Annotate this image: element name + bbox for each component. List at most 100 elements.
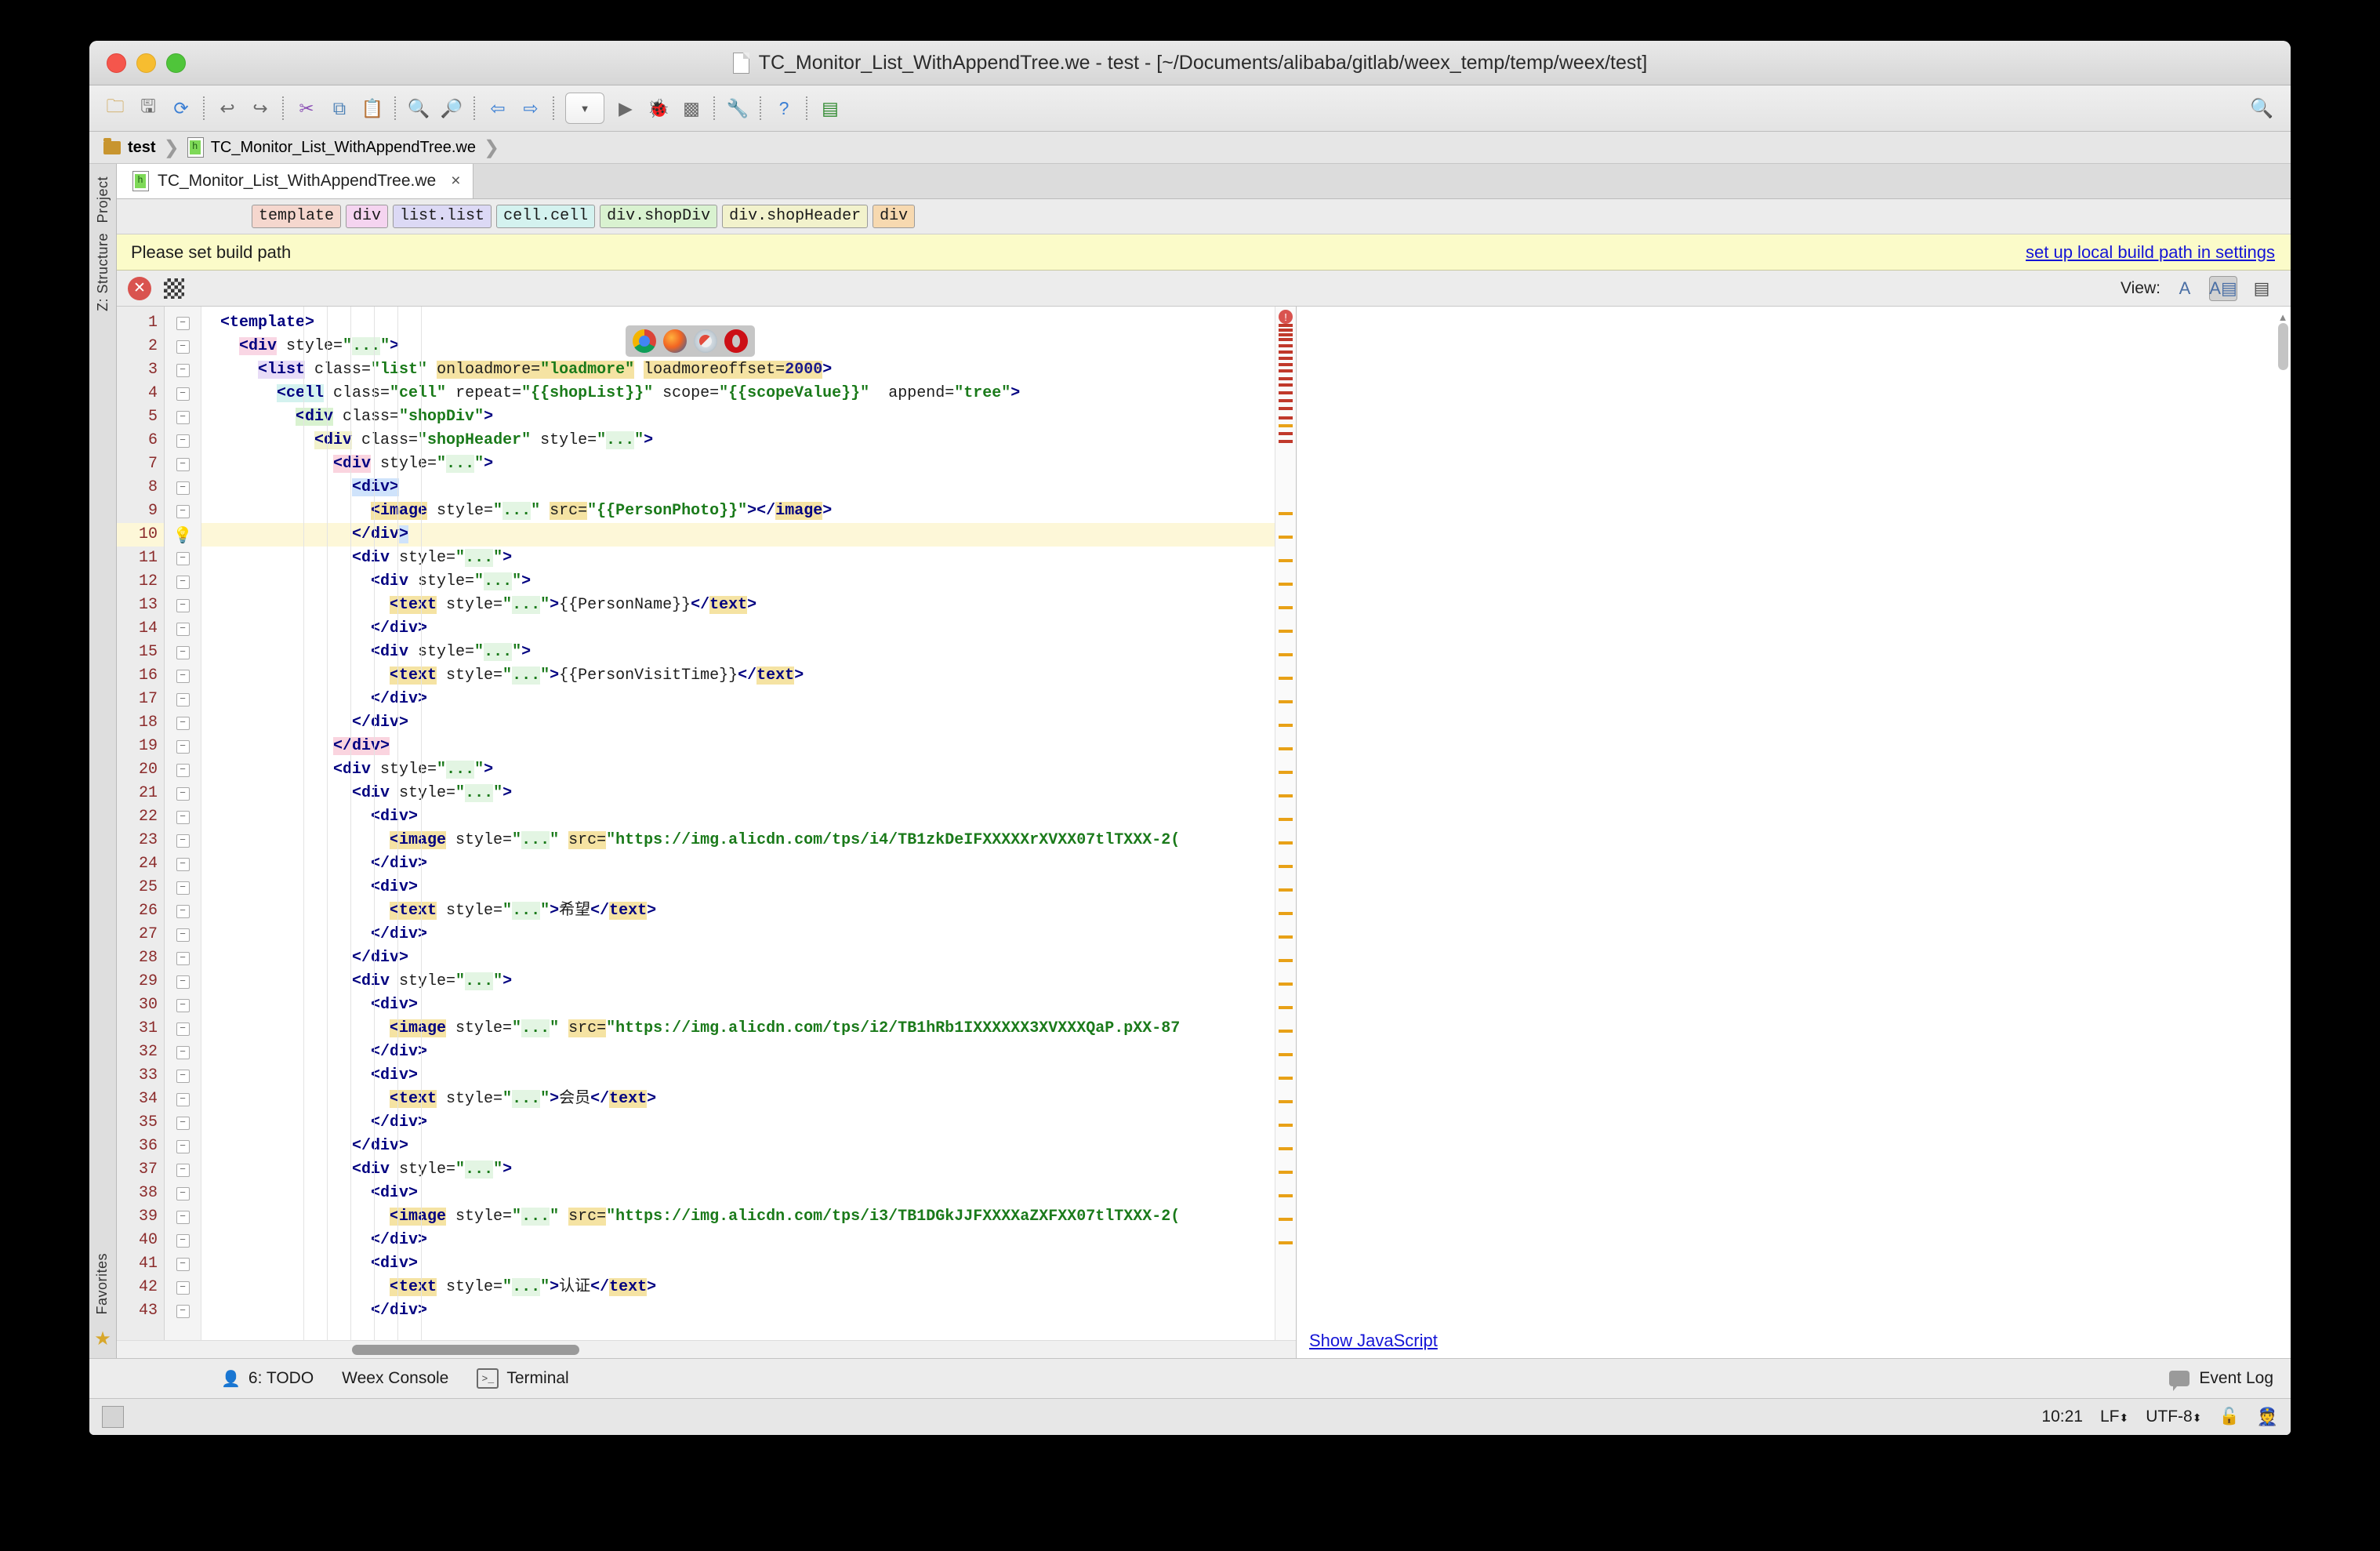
code-line[interactable]: <div>: [201, 993, 1296, 1017]
lock-icon[interactable]: 🔓: [2219, 1408, 2239, 1426]
analysis-marker[interactable]: [1279, 818, 1293, 821]
line-separator-selector[interactable]: LF⬍: [2100, 1408, 2128, 1426]
window-controls[interactable]: [107, 53, 186, 73]
code-line[interactable]: <div>: [201, 805, 1296, 829]
fold-toggle-icon[interactable]: −: [165, 617, 201, 641]
breadcrumb-item-project[interactable]: test: [103, 137, 161, 157]
fold-toggle-icon[interactable]: −: [165, 664, 201, 688]
code-line[interactable]: <div style="...">: [201, 758, 1296, 782]
browser-preview-buttons[interactable]: [626, 325, 755, 357]
tool-window-weex-console[interactable]: Weex Console: [342, 1369, 448, 1388]
analysis-marker[interactable]: [1279, 724, 1293, 727]
code-line[interactable]: <div style="...">: [201, 970, 1296, 993]
toggle-tool-windows-icon[interactable]: [102, 1406, 124, 1428]
analysis-marker[interactable]: [1279, 357, 1293, 360]
analysis-marker[interactable]: [1279, 1030, 1293, 1033]
analysis-marker[interactable]: [1279, 1241, 1293, 1244]
copy-icon[interactable]: ⧉: [323, 92, 356, 125]
coverage-icon[interactable]: ▩: [675, 92, 708, 125]
analysis-marker[interactable]: [1279, 351, 1293, 354]
inspector-hat-icon[interactable]: 👮: [2257, 1407, 2278, 1427]
code-line[interactable]: <text style="...">会员</text>: [201, 1088, 1296, 1111]
chip-shopheader[interactable]: div.shopHeader: [722, 205, 869, 228]
help-icon[interactable]: ?: [767, 92, 800, 125]
analysis-marker[interactable]: [1279, 338, 1293, 341]
analysis-marker[interactable]: [1279, 333, 1293, 336]
fold-toggle-icon[interactable]: −: [165, 429, 201, 452]
analysis-marker[interactable]: [1279, 653, 1293, 656]
fold-toggle-icon[interactable]: −: [165, 899, 201, 923]
code-line[interactable]: <text style="...">{{PersonName}}</text>: [201, 594, 1296, 617]
tool-window-terminal[interactable]: >_ Terminal: [477, 1368, 569, 1389]
analysis-marker[interactable]: [1279, 391, 1293, 394]
analysis-marker[interactable]: [1279, 407, 1293, 410]
replace-icon[interactable]: 🔎: [435, 92, 468, 125]
analysis-marker[interactable]: [1279, 1218, 1293, 1221]
view-text-only-button[interactable]: A: [2171, 277, 2198, 300]
debug-icon[interactable]: 🐞: [642, 92, 675, 125]
analysis-marker[interactable]: [1279, 1100, 1293, 1103]
fold-toggle-icon[interactable]: −: [165, 547, 201, 570]
code-line[interactable]: <div style="...">: [201, 782, 1296, 805]
code-line[interactable]: <text style="...">希望</text>: [201, 899, 1296, 923]
code-line[interactable]: <image style="..." src="https://img.alic…: [201, 829, 1296, 852]
fold-toggle-icon[interactable]: −: [165, 1017, 201, 1041]
fold-toggle-icon[interactable]: −: [165, 876, 201, 899]
paste-icon[interactable]: 📋: [356, 92, 389, 125]
code-line[interactable]: <div style="...">: [201, 547, 1296, 570]
fold-toggle-icon[interactable]: −: [165, 1158, 201, 1182]
code-line[interactable]: </div>: [201, 946, 1296, 970]
analysis-marker[interactable]: [1279, 865, 1293, 868]
analysis-marker[interactable]: [1279, 771, 1293, 774]
code-line[interactable]: </div>: [201, 617, 1296, 641]
code-folding-gutter[interactable]: − − − − − − − − − 💡 − − − − − − − − − − − − − − − − − − − − − − − − − − − − − −…: [165, 307, 201, 1340]
fold-toggle-icon[interactable]: −: [165, 1041, 201, 1064]
fold-toggle-icon[interactable]: −: [165, 782, 201, 805]
analysis-marker[interactable]: [1279, 324, 1293, 327]
analysis-marker[interactable]: [1279, 606, 1293, 609]
code-line[interactable]: <div>: [201, 1182, 1296, 1205]
fold-toggle-icon[interactable]: −: [165, 1182, 201, 1205]
fold-toggle-icon[interactable]: −: [165, 852, 201, 876]
fold-toggle-icon[interactable]: −: [165, 311, 201, 335]
analysis-marker[interactable]: [1279, 912, 1293, 915]
chip-cell[interactable]: cell.cell: [496, 205, 596, 228]
analysis-marker[interactable]: [1279, 888, 1293, 892]
analysis-marker[interactable]: [1279, 399, 1293, 402]
fold-toggle-icon[interactable]: −: [165, 1088, 201, 1111]
code-line[interactable]: </div>: [201, 1135, 1296, 1158]
analysis-marker[interactable]: [1279, 1194, 1293, 1197]
fold-toggle-icon[interactable]: −: [165, 1135, 201, 1158]
analysis-marker[interactable]: [1279, 344, 1293, 347]
fold-toggle-icon[interactable]: −: [165, 594, 201, 617]
event-log-button[interactable]: Event Log: [2169, 1369, 2273, 1391]
code-line[interactable]: <div style="...">: [201, 452, 1296, 476]
analysis-marker[interactable]: [1279, 559, 1293, 562]
settings-icon[interactable]: 🔧: [721, 92, 754, 125]
rail-item-favorites[interactable]: Favorites: [94, 1253, 111, 1315]
analysis-marker[interactable]: [1279, 377, 1293, 380]
analysis-marker[interactable]: [1279, 841, 1293, 845]
rail-item-project[interactable]: Project: [95, 176, 111, 223]
analysis-marker[interactable]: [1279, 630, 1293, 633]
analysis-marker[interactable]: [1279, 536, 1293, 539]
analysis-marker[interactable]: [1279, 959, 1293, 962]
analysis-marker[interactable]: [1279, 369, 1293, 372]
analysis-marker[interactable]: [1279, 383, 1293, 387]
fold-toggle-icon[interactable]: −: [165, 499, 201, 523]
code-line[interactable]: <div style="...">: [201, 641, 1296, 664]
undo-icon[interactable]: ↩: [211, 92, 244, 125]
fold-toggle-icon[interactable]: −: [165, 1276, 201, 1299]
fold-toggle-icon[interactable]: −: [165, 1111, 201, 1135]
analysis-marker[interactable]: [1279, 747, 1293, 750]
analysis-marker[interactable]: [1279, 583, 1293, 586]
code-line[interactable]: <div class="shopHeader" style="...">: [201, 429, 1296, 452]
redo-icon[interactable]: ↪: [244, 92, 277, 125]
run-icon[interactable]: ▶: [609, 92, 642, 125]
breadcrumb-item-file[interactable]: TC_Monitor_List_WithAppendTree.we: [187, 137, 481, 158]
fold-toggle-icon[interactable]: −: [165, 735, 201, 758]
fold-toggle-icon[interactable]: −: [165, 570, 201, 594]
fold-toggle-icon[interactable]: −: [165, 993, 201, 1017]
editor-horizontal-scrollbar[interactable]: [117, 1340, 1296, 1358]
analysis-marker[interactable]: [1279, 935, 1293, 939]
